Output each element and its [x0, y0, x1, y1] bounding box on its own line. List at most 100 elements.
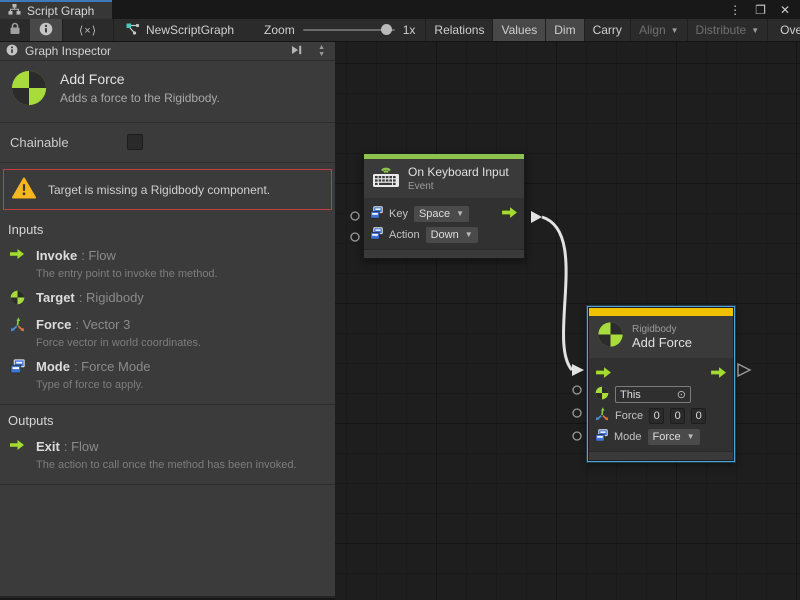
outputs-section: Outputs Exit: Flow The action to call on…: [0, 405, 335, 485]
force-z-field[interactable]: 0: [691, 408, 706, 424]
unit-title: Add Force: [60, 71, 220, 87]
this-row: This ⊙: [595, 384, 727, 405]
force-x-field[interactable]: 0: [649, 408, 664, 424]
values-button[interactable]: Values: [493, 19, 546, 41]
action-label: Action: [389, 229, 420, 241]
keyboard-icon: [372, 164, 400, 193]
action-dropdown[interactable]: Down ▼: [426, 227, 478, 243]
action-row: Action Down ▼: [370, 224, 518, 245]
chainable-checkbox[interactable]: [127, 134, 143, 150]
graph-name-chip[interactable]: NewScriptGraph: [114, 19, 246, 41]
node-subtitle: Rigidbody: [632, 324, 692, 335]
panel-scroll-arrows: ▲ ▼: [314, 44, 329, 58]
distribute-button[interactable]: Distribute ▼: [688, 19, 769, 41]
node-footer: [364, 249, 524, 258]
enum-icon: [8, 358, 26, 391]
wire-end-cap: [572, 364, 584, 376]
enum-icon: [370, 227, 383, 243]
input-row-invoke: Invoke: Flow The entry point to invoke t…: [8, 247, 327, 280]
force-y-field[interactable]: 0: [670, 408, 685, 424]
rigidbody-icon: [597, 321, 624, 353]
flow-row: [595, 363, 727, 384]
window-controls: ⋮ ❐ ✕: [729, 0, 800, 19]
zoom-slider-handle[interactable]: [381, 24, 392, 35]
inspector-header: Graph Inspector ▲ ▼: [0, 42, 335, 61]
flow-output-port[interactable]: [501, 206, 518, 222]
node-add-force[interactable]: Rigidbody Add Force: [587, 306, 735, 462]
object-picker-icon[interactable]: ⊙: [677, 388, 686, 401]
rigidbody-icon: [10, 69, 48, 112]
output-row-exit: Exit: Flow The action to call once the m…: [8, 438, 327, 471]
vector3-icon: [595, 407, 609, 424]
warning-color-bar: [589, 308, 733, 316]
flow-output-port[interactable]: [710, 366, 727, 382]
tab-script-graph[interactable]: Script Graph: [0, 0, 112, 19]
action-input-port[interactable]: [351, 233, 359, 241]
align-button[interactable]: Align ▼: [631, 19, 688, 41]
zoom-label: Zoom: [264, 23, 295, 37]
chevron-down-icon: ▼: [671, 26, 679, 35]
dock-panel-icon[interactable]: [290, 44, 303, 58]
unit-info-block: Add Force Adds a force to the Rigidbody.: [0, 61, 335, 123]
force-input-port[interactable]: [573, 409, 581, 417]
inspector-toggle-button[interactable]: [30, 19, 62, 41]
node-title: Add Force: [632, 335, 692, 350]
force-label: Force: [615, 410, 643, 422]
node-footer: [589, 451, 733, 460]
close-icon[interactable]: ✕: [780, 3, 790, 17]
zoom-value: 1x: [403, 23, 416, 37]
enum-icon: [595, 429, 608, 445]
node-on-keyboard-input[interactable]: On Keyboard Input Event Key Space ▼: [363, 153, 525, 259]
graph-toolbar: ⟨×⟩ NewScriptGraph Zoom 1x Relations Val…: [0, 19, 800, 42]
maximize-icon[interactable]: ❐: [755, 3, 766, 17]
input-row-force: Force: Vector 3 Force vector in world co…: [8, 316, 327, 349]
script-graph-window: Script Graph ⋮ ❐ ✕ ⟨×⟩: [0, 0, 800, 600]
relations-button[interactable]: Relations: [426, 19, 493, 41]
key-dropdown[interactable]: Space ▼: [414, 206, 469, 222]
warning-box: Target is missing a Rigidbody component.: [3, 169, 332, 210]
node-title: On Keyboard Input: [408, 165, 509, 179]
target-object-field[interactable]: This ⊙: [615, 386, 691, 403]
wire-start-cap: [531, 211, 542, 223]
chevron-down-icon: ▼: [687, 432, 695, 441]
script-graph-asset-icon: [126, 23, 140, 38]
dim-button[interactable]: Dim: [546, 19, 584, 41]
warning-text: Target is missing a Rigidbody component.: [48, 183, 270, 197]
mode-dropdown[interactable]: Force ▼: [648, 429, 700, 445]
info-icon: [6, 44, 18, 59]
overview-button[interactable]: Overview: [772, 19, 800, 41]
rigidbody-icon: [595, 386, 609, 403]
variables-button[interactable]: ⟨×⟩: [63, 19, 114, 41]
lock-icon: [9, 22, 21, 38]
node-subtitle: Event: [408, 181, 509, 192]
carry-button[interactable]: Carry: [585, 19, 631, 41]
mode-row: Mode Force ▼: [595, 426, 727, 447]
scroll-up-icon[interactable]: ▲: [314, 44, 329, 51]
variables-icon: ⟨×⟩: [79, 24, 97, 37]
scroll-down-icon[interactable]: ▼: [314, 51, 329, 58]
graph-inspector-panel: Graph Inspector ▲ ▼ Add Force Adds a for…: [0, 42, 335, 598]
rigidbody-icon: [8, 289, 26, 307]
menu-icon[interactable]: ⋮: [729, 3, 741, 17]
force-row: Force 0 0 0: [595, 405, 727, 426]
graph-name: NewScriptGraph: [146, 23, 234, 37]
tab-title: Script Graph: [27, 4, 94, 18]
key-input-port[interactable]: [351, 212, 359, 220]
flow-connection-wire[interactable]: [542, 217, 572, 370]
graph-canvas[interactable]: On Keyboard Input Event Key Space ▼: [335, 42, 800, 600]
inspector-title: Graph Inspector: [25, 44, 111, 58]
mode-input-port[interactable]: [573, 432, 581, 440]
lock-button[interactable]: [0, 19, 30, 41]
key-row: Key Space ▼: [370, 203, 518, 224]
zoom-slider[interactable]: [303, 29, 395, 31]
flow-input-port[interactable]: [595, 366, 612, 382]
graph-hierarchy-icon: [8, 4, 21, 18]
toolbar-left-group: [0, 19, 63, 41]
inputs-section: Inputs Invoke: Flow The entry point to i…: [0, 214, 335, 405]
flow-arrow-icon: [8, 438, 26, 471]
input-row-mode: Mode: Force Mode Type of force to apply.: [8, 358, 327, 391]
target-input-port[interactable]: [573, 386, 581, 394]
info-icon: [39, 22, 53, 39]
zoom-control: Zoom 1x: [246, 19, 426, 41]
vector3-icon: [8, 316, 26, 349]
